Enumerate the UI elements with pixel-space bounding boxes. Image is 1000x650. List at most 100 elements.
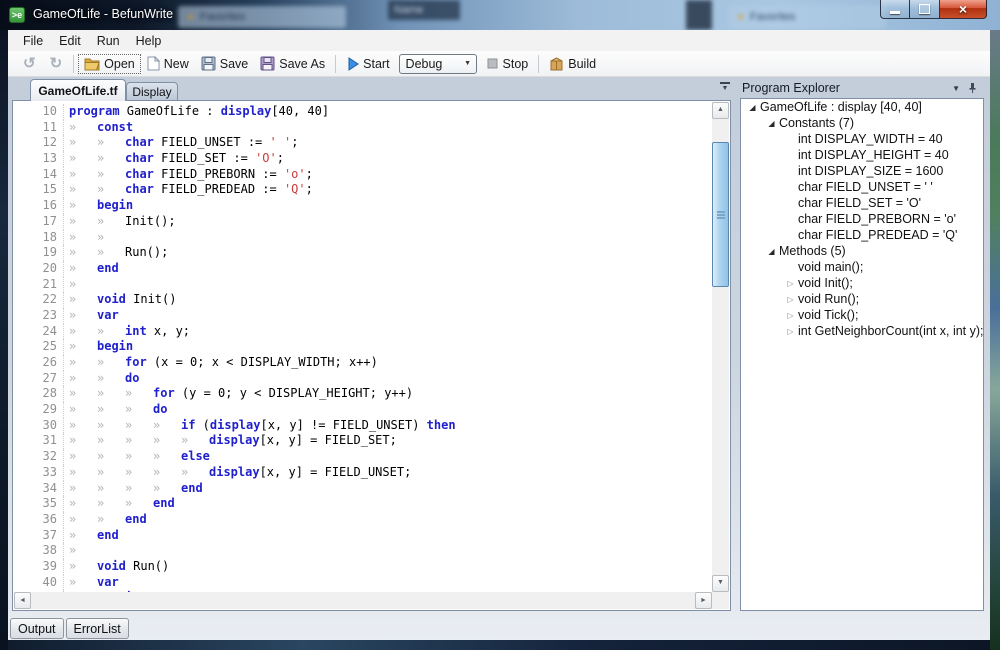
tree-item[interactable]: ▷int GetNeighborCount(int x, int y); bbox=[741, 323, 983, 339]
save-button[interactable]: Save bbox=[195, 53, 255, 74]
code-line[interactable]: 18»» bbox=[13, 230, 456, 246]
new-button[interactable]: New bbox=[141, 53, 195, 74]
code-line[interactable]: 26»»for (x = 0; x < DISPLAY_WIDTH; x++) bbox=[13, 355, 456, 371]
document-list-dropdown-icon[interactable]: ▼ bbox=[720, 82, 730, 93]
code-line[interactable]: 23»var bbox=[13, 308, 456, 324]
minimize-button[interactable] bbox=[880, 0, 910, 19]
code-line[interactable]: 40»var bbox=[13, 575, 456, 591]
start-button[interactable]: Start bbox=[340, 54, 395, 74]
code-editor[interactable]: 10program GameOfLife : display[40, 40]11… bbox=[12, 100, 731, 611]
code-line[interactable]: 20»end bbox=[13, 261, 456, 277]
tree-expander-icon[interactable]: ▷ bbox=[783, 295, 798, 304]
line-number: 17 bbox=[13, 214, 64, 230]
tree-item[interactable]: ▷void Tick(); bbox=[741, 307, 983, 323]
line-number: 14 bbox=[13, 167, 64, 183]
code-line[interactable]: 36»»end bbox=[13, 512, 456, 528]
undo-button[interactable]: ↺ bbox=[16, 53, 43, 74]
code-line[interactable]: 35»»»end bbox=[13, 496, 456, 512]
tree-item[interactable]: ◢GameOfLife : display [40, 40] bbox=[741, 99, 983, 115]
code-line[interactable]: 21» bbox=[13, 277, 456, 293]
code-line[interactable]: 17»»Init(); bbox=[13, 214, 456, 230]
scrollbar-corner bbox=[712, 592, 729, 609]
code-line[interactable]: 37»end bbox=[13, 528, 456, 544]
tab-display[interactable]: Display bbox=[126, 82, 178, 101]
tree-item[interactable]: char FIELD_SET = 'O' bbox=[741, 195, 983, 211]
tree-expander-icon[interactable]: ▷ bbox=[783, 311, 798, 320]
code-line[interactable]: 11»const bbox=[13, 120, 456, 136]
scroll-down-icon[interactable]: ▼ bbox=[712, 575, 729, 592]
code-line[interactable]: 33»»»»»display[x, y] = FIELD_UNSET; bbox=[13, 465, 456, 481]
tree-item[interactable]: char FIELD_UNSET = ' ' bbox=[741, 179, 983, 195]
scroll-left-icon[interactable]: ◄ bbox=[14, 592, 31, 609]
code-line[interactable]: 34»»»»end bbox=[13, 481, 456, 497]
pin-icon[interactable] bbox=[967, 82, 978, 94]
code-line[interactable]: 16»begin bbox=[13, 198, 456, 214]
tree-item[interactable]: void main(); bbox=[741, 259, 983, 275]
program-explorer-tree[interactable]: ◢GameOfLife : display [40, 40]◢Constants… bbox=[740, 98, 984, 611]
stop-icon bbox=[486, 57, 499, 70]
tree-item[interactable]: char FIELD_PREDEAD = 'Q' bbox=[741, 227, 983, 243]
tab-errorlist[interactable]: ErrorList bbox=[66, 618, 129, 639]
vertical-scrollbar-thumb[interactable] bbox=[712, 142, 729, 287]
tree-expander-icon[interactable]: ◢ bbox=[745, 103, 760, 112]
code-line[interactable]: 27»»do bbox=[13, 371, 456, 387]
tree-item[interactable]: ▷void Run(); bbox=[741, 291, 983, 307]
save-as-button[interactable]: Save As bbox=[254, 53, 331, 74]
tree-item-label: void Init(); bbox=[798, 276, 853, 290]
line-number: 39 bbox=[13, 559, 64, 575]
editor-horizontal-scrollbar[interactable]: ◄ ► bbox=[14, 592, 712, 609]
code-line[interactable]: 39»void Run() bbox=[13, 559, 456, 575]
redo-button[interactable]: ↻ bbox=[43, 53, 70, 74]
menu-item-edit[interactable]: Edit bbox=[51, 32, 89, 50]
tree-expander-icon[interactable]: ▷ bbox=[783, 279, 798, 288]
code-line[interactable]: 19»»Run(); bbox=[13, 245, 456, 261]
open-button[interactable]: Open bbox=[78, 54, 141, 74]
maximize-button[interactable] bbox=[910, 0, 940, 19]
code-line[interactable]: 30»»»»if (display[x, y] != FIELD_UNSET) … bbox=[13, 418, 456, 434]
scroll-right-icon[interactable]: ► bbox=[695, 592, 712, 609]
tree-expander-icon[interactable]: ◢ bbox=[764, 119, 779, 128]
code-line[interactable]: 10program GameOfLife : display[40, 40] bbox=[13, 104, 456, 120]
menu-item-help[interactable]: Help bbox=[128, 32, 170, 50]
tree-item-label: char FIELD_PREBORN = 'o' bbox=[798, 212, 956, 226]
code-area[interactable]: 10program GameOfLife : display[40, 40]11… bbox=[13, 101, 712, 592]
build-button[interactable]: Build bbox=[543, 54, 602, 74]
scroll-up-icon[interactable]: ▲ bbox=[712, 102, 729, 119]
code-line[interactable]: 14»»char FIELD_PREBORN := 'o'; bbox=[13, 167, 456, 183]
code-line[interactable]: 25»begin bbox=[13, 339, 456, 355]
code-line[interactable]: 12»»char FIELD_UNSET := ' '; bbox=[13, 135, 456, 151]
tab-output[interactable]: Output bbox=[10, 618, 64, 639]
code-line[interactable]: 32»»»»else bbox=[13, 449, 456, 465]
menu-item-run[interactable]: Run bbox=[89, 32, 128, 50]
close-button[interactable]: × bbox=[940, 0, 987, 19]
code-line[interactable]: 22»void Init() bbox=[13, 292, 456, 308]
tree-item[interactable]: ◢Methods (5) bbox=[741, 243, 983, 259]
code-text: program GameOfLife : display[40, 40] bbox=[64, 104, 329, 120]
editor-vertical-scrollbar[interactable]: ▲ ▼ bbox=[712, 102, 729, 592]
code-line[interactable]: 28»»»for (y = 0; y < DISPLAY_HEIGHT; y++… bbox=[13, 386, 456, 402]
code-text: » bbox=[64, 543, 97, 559]
code-line[interactable]: 31»»»»»display[x, y] = FIELD_SET; bbox=[13, 433, 456, 449]
code-line[interactable]: 29»»»do bbox=[13, 402, 456, 418]
title-bar[interactable]: ★ Favorites Name ★ Favorites >e GameOfLi… bbox=[0, 0, 1000, 30]
tree-item[interactable]: int DISPLAY_SIZE = 1600 bbox=[741, 163, 983, 179]
code-line[interactable]: 13»»char FIELD_SET := 'O'; bbox=[13, 151, 456, 167]
tab-gameoflife-tf[interactable]: GameOfLife.tf bbox=[30, 79, 126, 101]
code-line[interactable]: 15»»char FIELD_PREDEAD := 'Q'; bbox=[13, 182, 456, 198]
tree-item[interactable]: int DISPLAY_HEIGHT = 40 bbox=[741, 147, 983, 163]
code-text: »»Run(); bbox=[64, 245, 168, 261]
panel-menu-chevron-icon[interactable]: ▼ bbox=[945, 84, 967, 93]
tree-item[interactable]: char FIELD_PREBORN = 'o' bbox=[741, 211, 983, 227]
run-mode-select[interactable]: Debug ▼ bbox=[399, 54, 477, 74]
line-number: 22 bbox=[13, 292, 64, 308]
tree-expander-icon[interactable]: ◢ bbox=[764, 247, 779, 256]
code-line[interactable]: 38» bbox=[13, 543, 456, 559]
code-line[interactable]: 24»»int x, y; bbox=[13, 324, 456, 340]
tree-item[interactable]: int DISPLAY_WIDTH = 40 bbox=[741, 131, 983, 147]
tree-expander-icon[interactable]: ▷ bbox=[783, 327, 798, 336]
tab-guide-icon: » bbox=[69, 120, 97, 136]
stop-button[interactable]: Stop bbox=[480, 54, 535, 74]
menu-item-file[interactable]: File bbox=[15, 32, 51, 50]
tree-item[interactable]: ▷void Init(); bbox=[741, 275, 983, 291]
tree-item[interactable]: ◢Constants (7) bbox=[741, 115, 983, 131]
